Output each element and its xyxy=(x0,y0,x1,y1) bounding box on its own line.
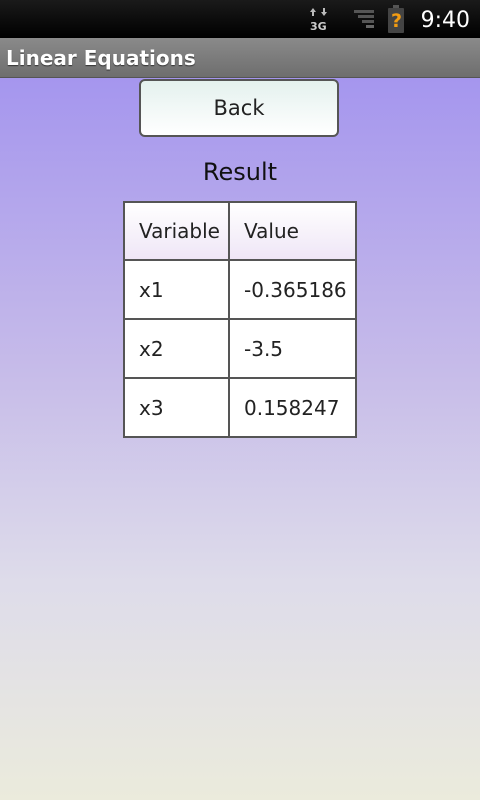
variable-cell: x1 xyxy=(124,260,229,319)
variable-cell: x3 xyxy=(124,378,229,437)
back-button[interactable]: Back xyxy=(139,79,339,137)
table-row: x1 -0.365186 xyxy=(124,260,356,319)
status-clock: 9:40 xyxy=(420,8,470,33)
title-bar: Linear Equations xyxy=(0,38,480,78)
app-title: Linear Equations xyxy=(6,46,196,70)
value-cell: 0.158247 xyxy=(229,378,356,437)
value-cell: -3.5 xyxy=(229,319,356,378)
table-row: x3 0.158247 xyxy=(124,378,356,437)
network-3g-icon: 3G xyxy=(307,0,333,38)
screen: 3G ? 9:40 Linear Equations Back Result V… xyxy=(0,0,480,800)
svg-text:3G: 3G xyxy=(310,20,327,32)
result-table: Variable Value x1 -0.365186 x2 -3.5 x3 0… xyxy=(123,201,357,438)
content-area: Back Result Variable Value x1 -0.365186 … xyxy=(0,78,480,800)
status-bar: 3G ? 9:40 xyxy=(0,0,480,38)
table-row: x2 -3.5 xyxy=(124,319,356,378)
table-header-row: Variable Value xyxy=(124,202,356,260)
value-cell: -0.365186 xyxy=(229,260,356,319)
column-header-variable: Variable xyxy=(124,202,229,260)
battery-unknown-icon: ? xyxy=(386,0,406,38)
result-heading: Result xyxy=(202,158,278,186)
variable-cell: x2 xyxy=(124,319,229,378)
svg-text:?: ? xyxy=(391,10,402,32)
signal-icon xyxy=(350,0,378,38)
column-header-value: Value xyxy=(229,202,356,260)
